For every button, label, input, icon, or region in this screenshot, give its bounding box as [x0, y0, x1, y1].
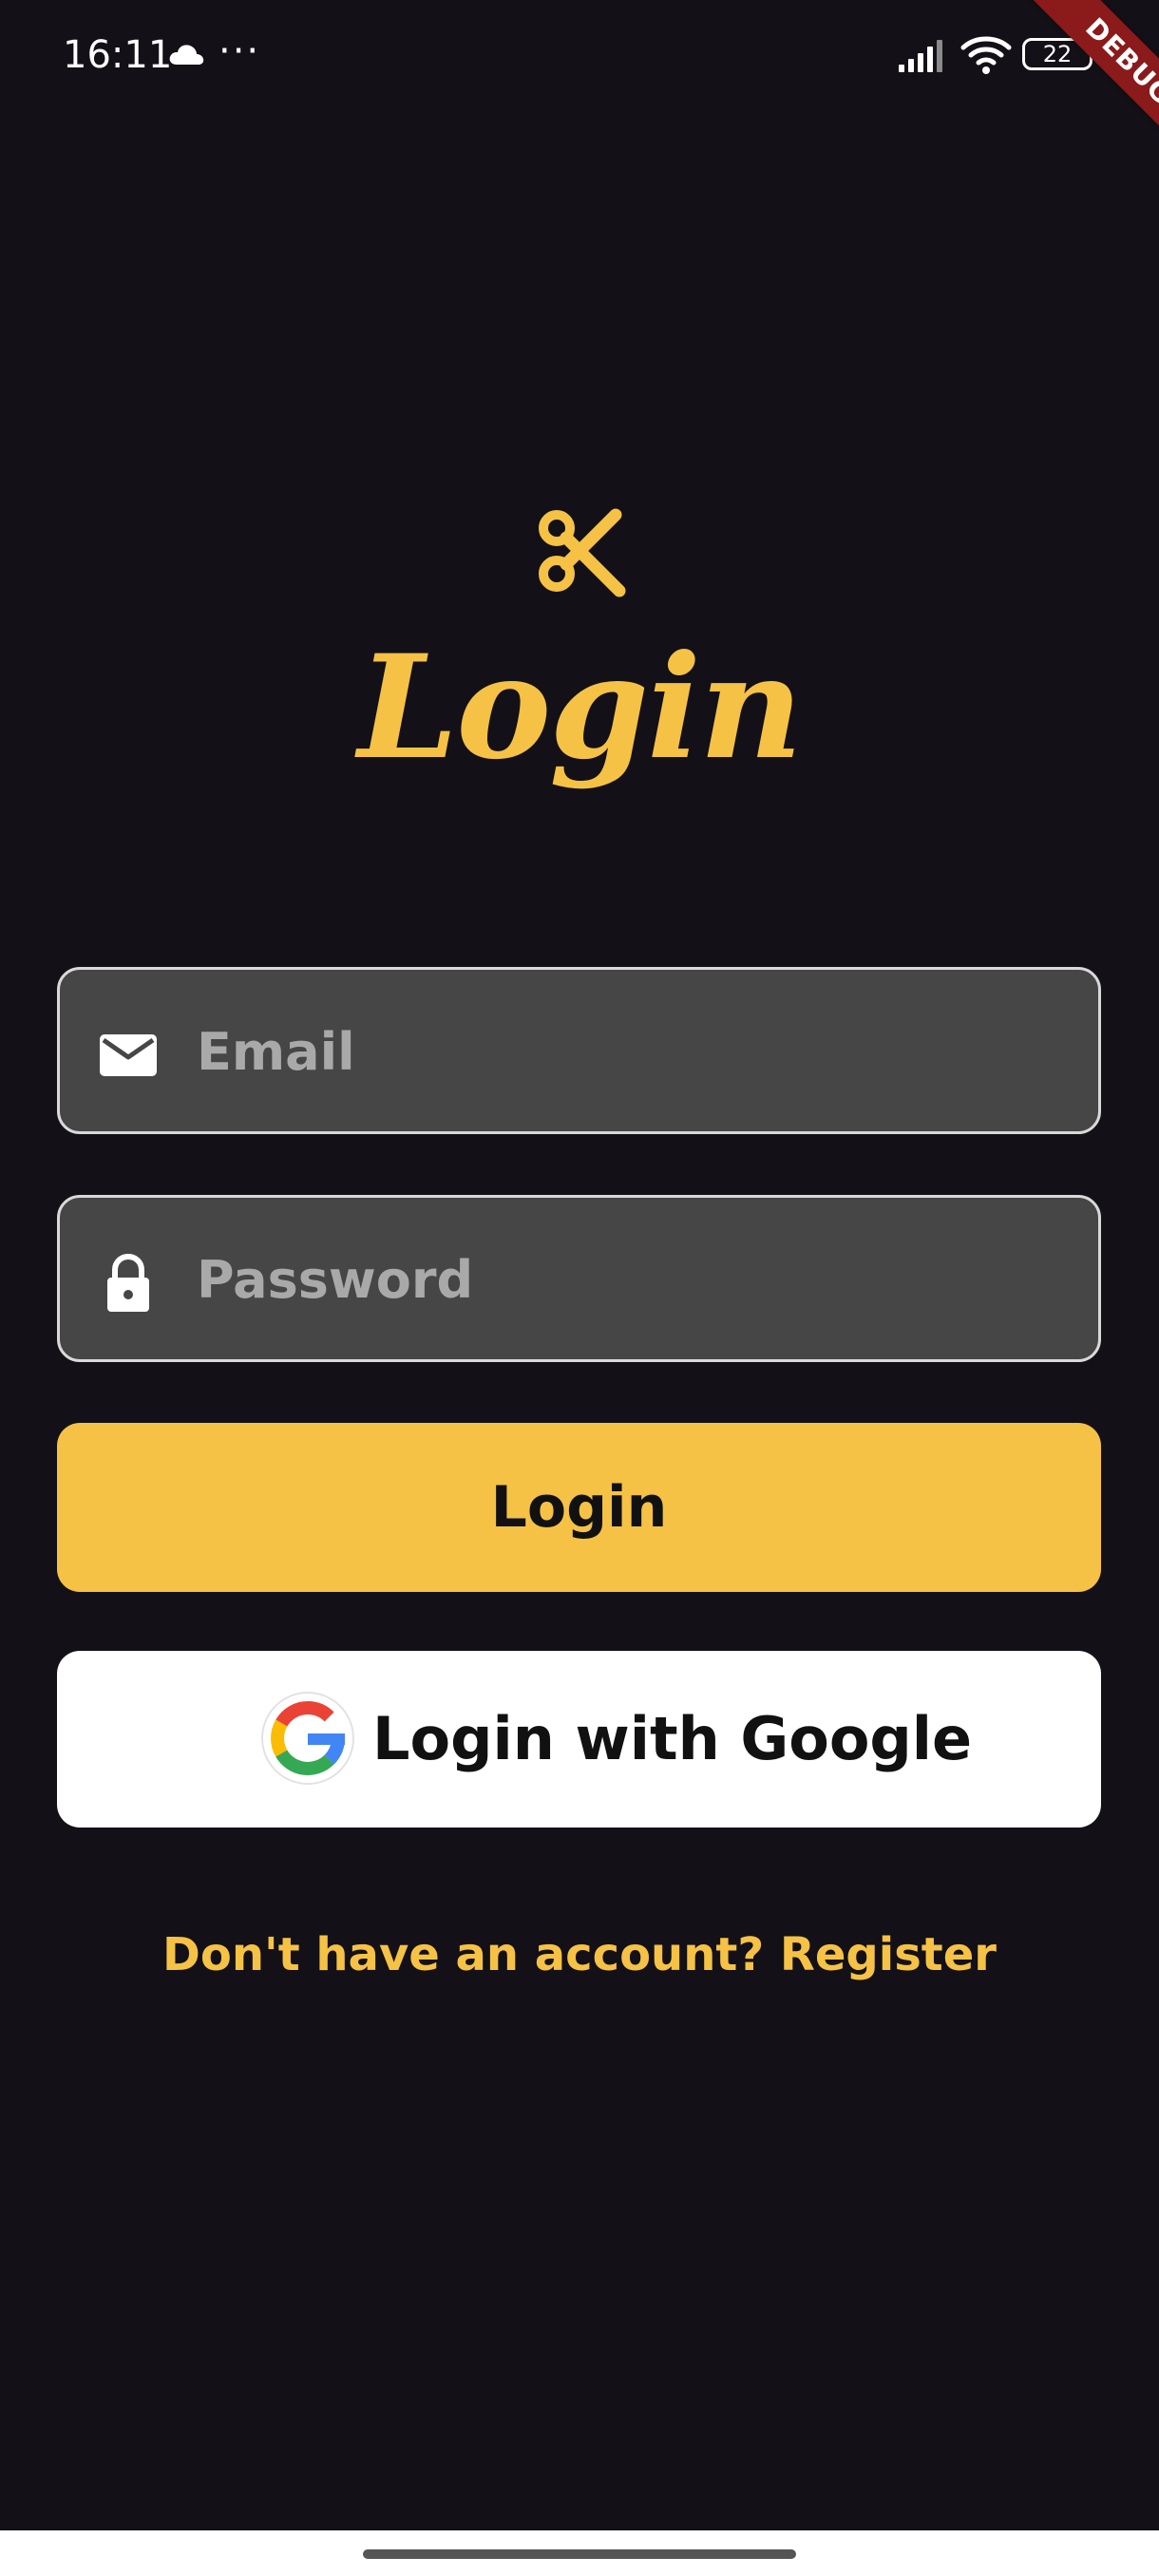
cloud-icon [169, 45, 204, 65]
page-title: Login [357, 624, 803, 791]
email-field[interactable] [57, 967, 1101, 1134]
wifi-icon [960, 36, 1012, 74]
scissors-icon [539, 508, 626, 597]
home-indicator[interactable] [363, 2549, 796, 2559]
login-button[interactable]: Login [57, 1423, 1101, 1592]
lock-icon [107, 1253, 149, 1312]
google-icon [261, 1692, 354, 1785]
mail-icon [100, 1034, 157, 1076]
system-navigation-bar [0, 2530, 1159, 2576]
password-field[interactable] [57, 1195, 1101, 1362]
password-input[interactable] [195, 1198, 1073, 1361]
status-bar: 16:11 ··· 22 [0, 0, 1159, 104]
register-link[interactable]: Don't have an account? Register [0, 1919, 1159, 1991]
signal-icon [899, 40, 942, 72]
more-indicator: ··· [218, 29, 261, 73]
google-login-label: Login with Google [372, 1704, 973, 1773]
status-time: 16:11 [63, 33, 173, 77]
email-input[interactable] [195, 970, 1073, 1133]
google-login-button[interactable]: Login with Google [57, 1651, 1101, 1828]
